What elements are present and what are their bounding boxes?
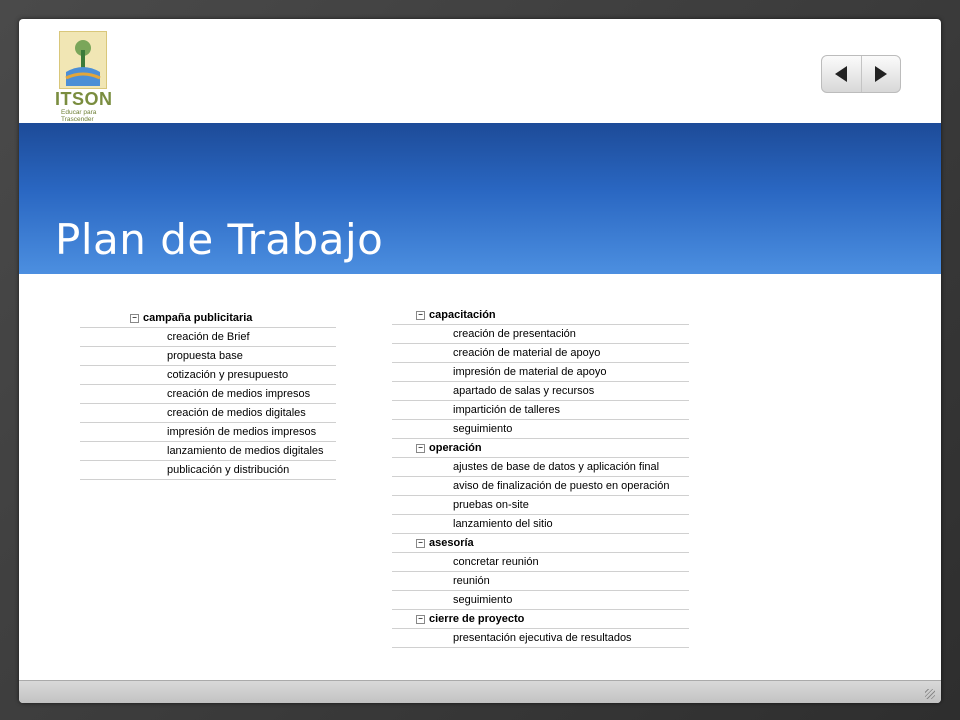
tree-item-row: creación de medios impresos (80, 385, 336, 404)
tree-item-row: impartición de talleres (392, 401, 689, 420)
tree-item-label: concretar reunión (453, 556, 539, 568)
title-banner: Plan de Trabajo (19, 123, 941, 274)
triangle-right-icon (874, 66, 887, 82)
tree-item-row: seguimiento (392, 420, 689, 439)
tree-item-row: seguimiento (392, 591, 689, 610)
tree-group-label: capacitación (429, 309, 496, 321)
tree-group-row: − campaña publicitaria (80, 309, 336, 328)
tree-item-row: creación de material de apoyo (392, 344, 689, 363)
tree-item-row: concretar reunión (392, 553, 689, 572)
tree-item-row: cotización y presupuesto (80, 366, 336, 385)
tree-item-row: aviso de finalización de puesto en opera… (392, 477, 689, 496)
tree-group-row: − operación (392, 439, 689, 458)
triangle-left-icon (835, 66, 848, 82)
resize-grip-icon[interactable] (925, 689, 935, 699)
tree-item-label: lanzamiento del sitio (453, 518, 553, 530)
tree-group-row: − cierre de proyecto (392, 610, 689, 629)
tree-item-label: ajustes de base de datos y aplicación fi… (453, 461, 660, 473)
tree-item-label: reunión (453, 575, 490, 587)
tree-item-label: seguimiento (453, 423, 513, 435)
tree-item-row: reunión (392, 572, 689, 591)
tree-item-label: creación de material de apoyo (453, 347, 601, 359)
tree-item-label: aviso de finalización de puesto en opera… (453, 480, 670, 492)
tree-item-label: impartición de talleres (453, 404, 560, 416)
tree-item-row: publicación y distribución (80, 461, 336, 480)
itson-logo: ITSON Educar para Trascender (53, 29, 113, 129)
tree-item-label: publicación y distribución (167, 464, 290, 476)
tree-item-label: impresión de medios impresos (167, 426, 317, 438)
tree-item-label: creación de medios impresos (167, 388, 311, 400)
logo-emblem-icon (59, 31, 107, 89)
tree-item-row: creación de presentación (392, 325, 689, 344)
tree-item-label: cotización y presupuesto (167, 369, 289, 381)
tree-item-row: pruebas on-site (392, 496, 689, 515)
tree-item-row: impresión de medios impresos (80, 423, 336, 442)
tree-item-row: presentación ejecutiva de resultados (392, 629, 689, 648)
tree-item-row: impresión de material de apoyo (392, 363, 689, 382)
collapse-icon[interactable]: − (416, 444, 425, 453)
tree-group-label: campaña publicitaria (143, 312, 253, 324)
tree-item-row: lanzamiento del sitio (392, 515, 689, 534)
slide-title: Plan de Trabajo (55, 215, 384, 264)
tree-item-row: ajustes de base de datos y aplicación fi… (392, 458, 689, 477)
logo-brand: ITSON (55, 89, 113, 109)
tree-item-row: creación de Brief (80, 328, 336, 347)
tree-item-label: seguimiento (453, 594, 513, 606)
task-tree-campaign: − campaña publicitaria creación de Brief pr… (80, 309, 336, 480)
tree-item-label: propuesta base (167, 350, 243, 362)
collapse-icon[interactable]: − (130, 314, 139, 323)
tree-item-label: impresión de material de apoyo (453, 366, 607, 378)
tree-item-label: apartado de salas y recursos (453, 385, 595, 397)
tree-item-row: propuesta base (80, 347, 336, 366)
tree-item-label: lanzamiento de medios digitales (167, 445, 324, 457)
tree-item-row: apartado de salas y recursos (392, 382, 689, 401)
tree-group-label: operación (429, 442, 482, 454)
tree-item-label: creación de Brief (167, 331, 250, 343)
tree-group-label: asesoría (429, 537, 474, 549)
collapse-icon[interactable]: − (416, 539, 425, 548)
next-slide-button[interactable] (860, 56, 901, 92)
tree-item-label: creación de medios digitales (167, 407, 306, 419)
tree-group-row: − asesoría (392, 534, 689, 553)
tree-group-label: cierre de proyecto (429, 613, 525, 625)
footer-bar (19, 680, 941, 703)
previous-slide-button[interactable] (822, 56, 861, 92)
tree-item-label: presentación ejecutiva de resultados (453, 632, 632, 644)
tree-group-row: − capacitación (392, 306, 689, 325)
tree-item-row: lanzamiento de medios digitales (80, 442, 336, 461)
task-tree-phases: − capacitación creación de presentación cre… (392, 306, 689, 648)
tree-item-label: pruebas on-site (453, 499, 529, 511)
logo-tagline: Educar para Trascender (61, 109, 97, 123)
slide-navigation (821, 55, 901, 93)
collapse-icon[interactable]: − (416, 311, 425, 320)
collapse-icon[interactable]: − (416, 615, 425, 624)
tree-item-label: creación de presentación (453, 328, 576, 340)
slide: ITSON Educar para Trascender Plan de Tra… (19, 19, 941, 703)
tree-item-row: creación de medios digitales (80, 404, 336, 423)
